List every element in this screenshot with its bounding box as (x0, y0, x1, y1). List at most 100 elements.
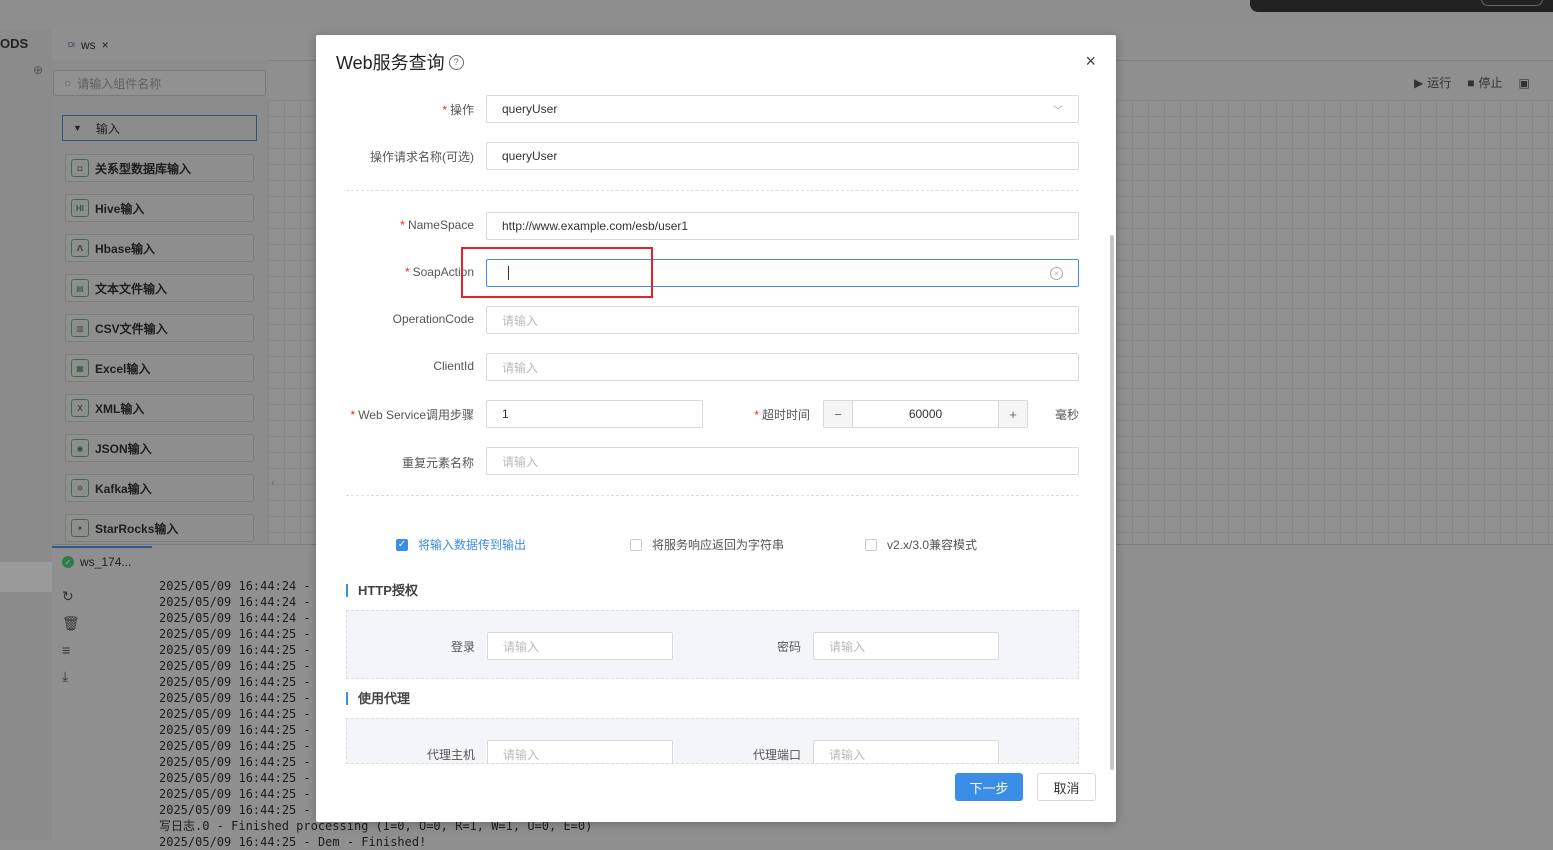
operation-select[interactable]: queryUser ﹀ (486, 95, 1079, 123)
client-id-placeholder: 请输入 (502, 360, 539, 375)
settings-icon[interactable]: ⊕ (33, 63, 43, 77)
wrap-icon[interactable]: ≡ (62, 642, 80, 658)
component-item[interactable]: ◘ 关系型数据库输入 (65, 154, 254, 182)
stop-label: 停止 (1478, 76, 1503, 90)
component-item-label: 文本文件输入 (95, 281, 168, 296)
checkbox-label: 将输入数据传到输出 (418, 538, 527, 552)
ws-step-input[interactable]: 1 (486, 400, 703, 428)
proxy-host-input[interactable]: 请输入 (487, 740, 673, 763)
run-label: 运行 (1427, 76, 1452, 90)
clear-icon[interactable]: × (1050, 266, 1063, 280)
timeout-unit: 毫秒 (1054, 408, 1079, 422)
download-icon[interactable]: ⤓ (62, 668, 80, 685)
left-nav (0, 30, 53, 840)
password-label: 密码 (776, 640, 801, 654)
increment-button[interactable]: + (998, 401, 1027, 427)
namespace-input[interactable]: http://www.example.com/esb/user1 (486, 212, 1079, 240)
proxy-port-label: 代理端口 (752, 748, 801, 762)
help-icon[interactable]: ? (448, 54, 464, 70)
tab-badge: DI (68, 41, 75, 49)
component-item[interactable]: HI Hive输入 (65, 194, 254, 222)
component-item[interactable]: ᐱ Hbase输入 (65, 234, 254, 262)
hbase-icon: ᐱ (71, 239, 89, 257)
database-icon: ◘ (71, 159, 89, 177)
timeout-value[interactable]: 60000 (853, 401, 998, 427)
tab-close-icon[interactable]: × (102, 38, 109, 52)
operation-label: * 操作 (442, 103, 474, 117)
dialog-scrollbar[interactable] (1110, 235, 1114, 770)
repeat-element-input[interactable]: 请输入 (486, 447, 1079, 475)
component-item-label: 关系型数据库输入 (95, 161, 192, 176)
namespace-label: * NameSpace (400, 218, 474, 232)
ws-step-label: * Web Service调用步骤 (350, 408, 474, 422)
next-button[interactable]: 下一步 (955, 773, 1023, 801)
checkbox-icon (865, 538, 877, 551)
login-input[interactable]: 请输入 (487, 632, 673, 660)
chevron-down-icon: ﹀ (1053, 105, 1063, 117)
request-name-input[interactable]: queryUser (486, 142, 1079, 170)
refresh-icon[interactable]: ↻ (62, 588, 80, 605)
starrocks-icon: ✦ (71, 519, 89, 537)
dialog-title-text: Web服务查询 (336, 53, 445, 73)
cancel-button[interactable]: 取消 (1037, 773, 1096, 801)
caret-down-icon: ▼ (73, 123, 82, 133)
soap-action-label: * SoapAction (404, 265, 474, 279)
timeout-stepper[interactable]: − 60000 + (823, 400, 1028, 428)
component-item-label: Hive输入 (95, 201, 145, 216)
http-auth-panel: 登录 请输入 密码 请输入 (346, 610, 1079, 679)
login-label: 登录 (450, 640, 475, 654)
notification-bar (1250, 0, 1553, 12)
component-item[interactable]: X XML输入 (65, 394, 254, 422)
component-search-input[interactable]: ○ 请输入组件名称 (53, 70, 266, 96)
compat-mode-checkbox[interactable]: v2.x/3.0兼容模式 (865, 536, 977, 553)
close-icon[interactable]: × (1085, 51, 1096, 72)
collapse-sidebar-icon[interactable]: ‹ (268, 460, 278, 506)
stop-icon: ■ (1467, 75, 1475, 90)
login-placeholder: 请输入 (503, 639, 540, 654)
ws-step-value: 1 (502, 407, 509, 421)
checkbox-icon (630, 538, 642, 551)
pass-input-checkbox[interactable]: ✓ 将输入数据传到输出 (396, 536, 526, 553)
log-tab-label: ws_174... (80, 555, 132, 569)
stop-button[interactable]: ■ 停止 (1467, 74, 1502, 91)
component-item[interactable]: ▤ 文本文件输入 (65, 274, 254, 302)
request-name-label: 操作请求名称(可选) (370, 150, 474, 164)
trash-icon[interactable]: 🗑 (62, 615, 80, 632)
component-item[interactable]: ✦ StarRocks输入 (65, 514, 254, 542)
tab-label: ws (81, 38, 96, 52)
run-button[interactable]: ▶ 运行 (1414, 74, 1451, 91)
return-string-checkbox[interactable]: 将服务响应返回为字符串 (630, 536, 784, 553)
component-item[interactable]: ✲ Kafka输入 (65, 474, 254, 502)
operation-code-input[interactable]: 请输入 (486, 306, 1079, 334)
dialog-title: Web服务查询 ? (336, 49, 464, 75)
group-input-header[interactable]: ▼ 输入 (62, 115, 257, 141)
kafka-icon: ✲ (71, 479, 89, 497)
web-service-dialog: Web服务查询 ? × * 操作 queryUser ﹀ 操作请求名称(可选) q… (316, 35, 1116, 822)
http-auth-section-title: HTTP授权 (346, 584, 418, 597)
component-item[interactable]: ◉ JSON输入 (65, 434, 254, 462)
checkbox-label: v2.x/3.0兼容模式 (887, 538, 978, 552)
password-input[interactable]: 请输入 (813, 632, 999, 660)
json-icon: ◉ (71, 439, 89, 457)
proxy-port-input[interactable]: 请输入 (813, 740, 999, 763)
component-item[interactable]: ▦ Excel输入 (65, 354, 254, 382)
log-line: 2025/05/09 16:44:25 - Dem - Finished! (159, 835, 427, 849)
xml-icon: X (71, 399, 89, 417)
log-tab[interactable]: ✓ ws_174... (52, 546, 152, 576)
proxy-port-placeholder: 请输入 (829, 747, 866, 762)
component-item[interactable]: ▥ CSV文件输入 (65, 314, 254, 342)
hive-icon: HI (71, 199, 89, 217)
decrement-button[interactable]: − (824, 401, 853, 427)
text-file-icon: ▤ (71, 279, 89, 297)
divider (346, 190, 1079, 191)
save-icon[interactable]: ▣ (1519, 74, 1530, 91)
excel-icon: ▦ (71, 359, 89, 377)
operation-value: queryUser (502, 102, 558, 116)
operation-code-label: OperationCode (392, 312, 474, 326)
component-item-label: CSV文件输入 (95, 321, 168, 336)
tab-ws[interactable]: DI ws × (60, 34, 117, 56)
component-item-label: Kafka输入 (95, 481, 152, 496)
log-actions: ↻ 🗑 ≡ ⤓ (62, 588, 80, 685)
proxy-section-title: 使用代理 (346, 692, 410, 705)
client-id-input[interactable]: 请输入 (486, 353, 1079, 381)
